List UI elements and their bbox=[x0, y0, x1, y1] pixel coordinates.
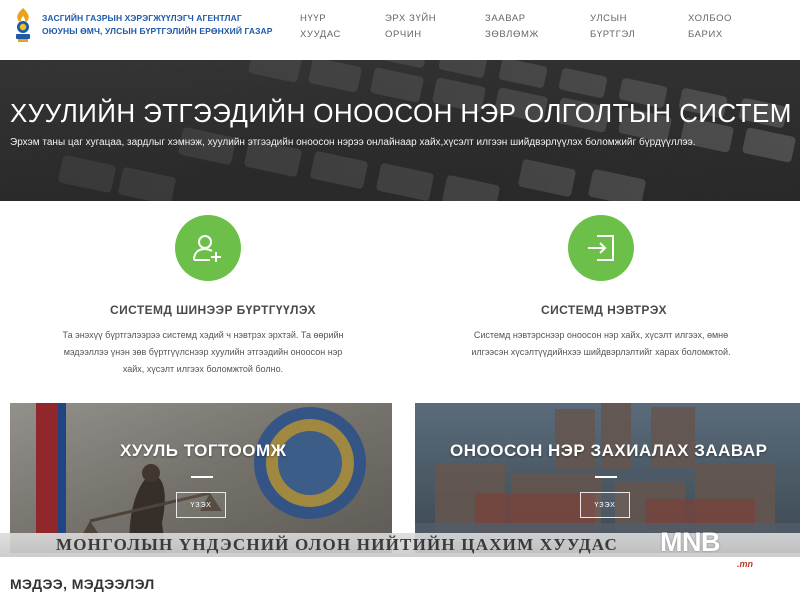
nav-state-registration[interactable]: УЛСЫН БҮРТГЭЛ bbox=[590, 11, 635, 43]
login-button-circle[interactable] bbox=[568, 215, 634, 281]
register-desc-line: мэдээллээ үнэн зөв бүртгүүлснээр хуулийн… bbox=[63, 347, 343, 357]
tv-caption-text: МОНГОЛЫН ҮНДЭСНИЙ ОЛОН НИЙТИЙН ЦАХИМ ХУУ… bbox=[56, 535, 618, 554]
nav-guidance[interactable]: ЗААВАР ЗӨВЛӨМЖ bbox=[485, 11, 539, 43]
agency-name[interactable]: ЗАСГИЙН ГАЗРЫН ХЭРЭГЖҮҮЛЭГЧ АГЕНТЛАГ ОЮУ… bbox=[42, 12, 273, 38]
hero-subtitle: Эрхэм таны цаг хугацаа, зардлыг хэмнэж, … bbox=[10, 137, 696, 148]
mnb-logo: MNB bbox=[660, 527, 721, 557]
nav-registration-line2: БҮРТГЭЛ bbox=[590, 29, 636, 40]
register-desc-line: Та энэхүү бүртгэлээрээ системд хэдий ч н… bbox=[62, 330, 344, 340]
login-icon bbox=[588, 235, 614, 261]
register-card: СИСТЕМД ШИНЭЭР БҮРТГҮҮЛЭХ Та энэхүү бүрт… bbox=[0, 201, 400, 401]
news-section-heading: МЭДЭЭ, МЭДЭЭЛЭЛ bbox=[10, 576, 155, 592]
nav-guidance-line2: ЗӨВЛӨМЖ bbox=[485, 29, 539, 40]
register-description: Та энэхүү бүртгэлээрээ системд хэдий ч н… bbox=[19, 327, 387, 378]
lady-justice-background-image bbox=[10, 403, 392, 553]
hero-banner: ХУУЛИЙН ЭТГЭЭДИЙН ОНООСОН НЭР ОЛГОЛТЫН С… bbox=[0, 60, 800, 201]
name-order-guide-underline bbox=[595, 476, 617, 478]
site-header: ЗАСГИЙН ГАЗРЫН ХЭРЭГЖҮҮЛЭГЧ АГЕНТЛАГ ОЮУ… bbox=[0, 0, 800, 60]
nav-legal-line2: ОРЧИН bbox=[385, 29, 422, 40]
nav-home[interactable]: НҮҮР ХУУДАС bbox=[300, 11, 341, 43]
hero-overlay bbox=[0, 60, 800, 201]
legislation-banner[interactable]: ХУУЛЬ ТОГТООМЖ ҮЗЭХ bbox=[10, 403, 392, 553]
legislation-underline bbox=[191, 476, 213, 478]
legislation-title: ХУУЛЬ ТОГТООМЖ bbox=[120, 441, 287, 460]
nav-guidance-line1: ЗААВАР bbox=[485, 13, 526, 24]
login-desc-line: Системд нэвтэрснээр оноосон нэр хайх, хү… bbox=[473, 330, 729, 340]
name-order-guide-view-button[interactable]: ҮЗЭХ bbox=[580, 492, 630, 518]
city-background-image bbox=[415, 403, 800, 553]
legislation-view-button[interactable]: ҮЗЭХ bbox=[176, 492, 226, 518]
nav-registration-line1: УЛСЫН bbox=[590, 13, 628, 24]
agency-name-line1: ЗАСГИЙН ГАЗРЫН ХЭРЭГЖҮҮЛЭГЧ АГЕНТЛАГ bbox=[42, 13, 242, 23]
nav-contact-line1: ХОЛБОО bbox=[688, 13, 733, 24]
hero-title: ХУУЛИЙН ЭТГЭЭДИЙН ОНООСОН НЭР ОЛГОЛТЫН С… bbox=[10, 98, 792, 128]
register-button-circle[interactable] bbox=[175, 215, 241, 281]
name-order-guide-banner[interactable]: ОНООСОН НЭР ЗАХИАЛАХ ЗААВАР ҮЗЭХ bbox=[415, 403, 800, 553]
nav-home-line1: НҮҮР bbox=[300, 13, 327, 24]
login-card: СИСТЕМД НЭВТРЭХ Системд нэвтэрснээр оноо… bbox=[400, 201, 800, 401]
agency-emblem-icon[interactable] bbox=[10, 7, 36, 43]
register-desc-line: хайх, хүсэлт илгээх боломжтой болно. bbox=[122, 364, 284, 374]
login-title[interactable]: СИСТЕМД НЭВТРЭХ bbox=[541, 303, 667, 317]
login-desc-line: илгээсэн хүсэлтүүдийнхээ шийдвэрлэлтийг … bbox=[471, 347, 731, 357]
nav-legal-environment[interactable]: ЭРХ ЗҮЙН ОРЧИН bbox=[385, 11, 436, 43]
nav-legal-line1: ЭРХ ЗҮЙН bbox=[385, 13, 437, 24]
add-user-icon bbox=[193, 235, 221, 262]
nav-contact-line2: БАРИХ bbox=[688, 29, 723, 40]
name-order-guide-title: ОНООСОН НЭР ЗАХИАЛАХ ЗААВАР bbox=[450, 441, 768, 460]
nav-home-line2: ХУУДАС bbox=[300, 29, 342, 40]
register-title[interactable]: СИСТЕМД ШИНЭЭР БҮРТГҮҮЛЭХ bbox=[110, 303, 316, 317]
agency-name-line2: ОЮУНЫ ӨМЧ, УЛСЫН БҮРТГЭЛИЙН ЕРӨНХИЙ ГАЗА… bbox=[42, 26, 273, 36]
nav-contact[interactable]: ХОЛБОО БАРИХ bbox=[688, 11, 732, 43]
login-description: Системд нэвтэрснээр оноосон нэр хайх, хү… bbox=[420, 327, 782, 361]
mnb-logo-domain: .mn bbox=[737, 559, 754, 569]
